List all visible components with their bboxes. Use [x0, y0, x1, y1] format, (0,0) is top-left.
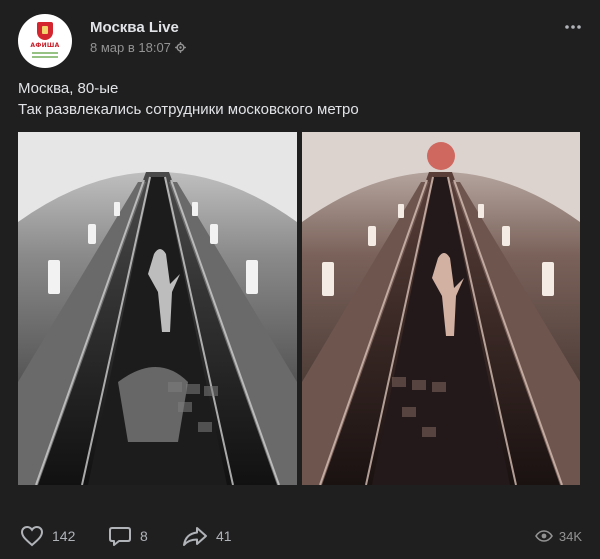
post-date[interactable]: 8 мар в 18:07 — [90, 40, 171, 55]
like-button[interactable]: 142 — [20, 520, 75, 552]
share-count: 41 — [216, 528, 232, 544]
comment-count: 8 — [140, 528, 148, 544]
post-actions: 142 8 41 34K — [0, 520, 600, 552]
escalator-photo-color — [302, 132, 580, 485]
eye-icon — [534, 530, 553, 542]
post-text-line-1: Москва, 80-ые — [18, 80, 119, 97]
post-text-line-2: Так развлекались сотрудники московского … — [18, 101, 359, 118]
share-button[interactable]: 41 — [182, 520, 232, 552]
post-meta: 8 мар в 18:07 — [90, 40, 186, 55]
comment-icon — [109, 527, 131, 546]
gear-icon — [174, 42, 186, 53]
escalator-photo-grayscale — [18, 132, 297, 485]
view-count: 34K — [558, 528, 582, 544]
feed-post: АФИША Москва Live 8 мар в 18:07 Москва, … — [0, 0, 600, 559]
heart-icon — [20, 525, 44, 547]
post-photo-2[interactable] — [302, 132, 580, 485]
views-counter: 34K — [534, 520, 582, 552]
avatar-logo-text: АФИША — [30, 42, 60, 49]
like-count: 142 — [52, 528, 76, 544]
moscow-emblem-icon — [37, 22, 53, 40]
more-horizontal-icon[interactable] — [564, 24, 582, 30]
community-avatar[interactable]: АФИША — [18, 14, 72, 68]
comment-button[interactable]: 8 — [108, 520, 148, 552]
avatar-logo-decoration — [32, 52, 58, 54]
post-photo-1[interactable] — [18, 132, 297, 485]
author-name[interactable]: Москва Live — [90, 19, 179, 36]
share-arrow-icon — [183, 527, 207, 546]
